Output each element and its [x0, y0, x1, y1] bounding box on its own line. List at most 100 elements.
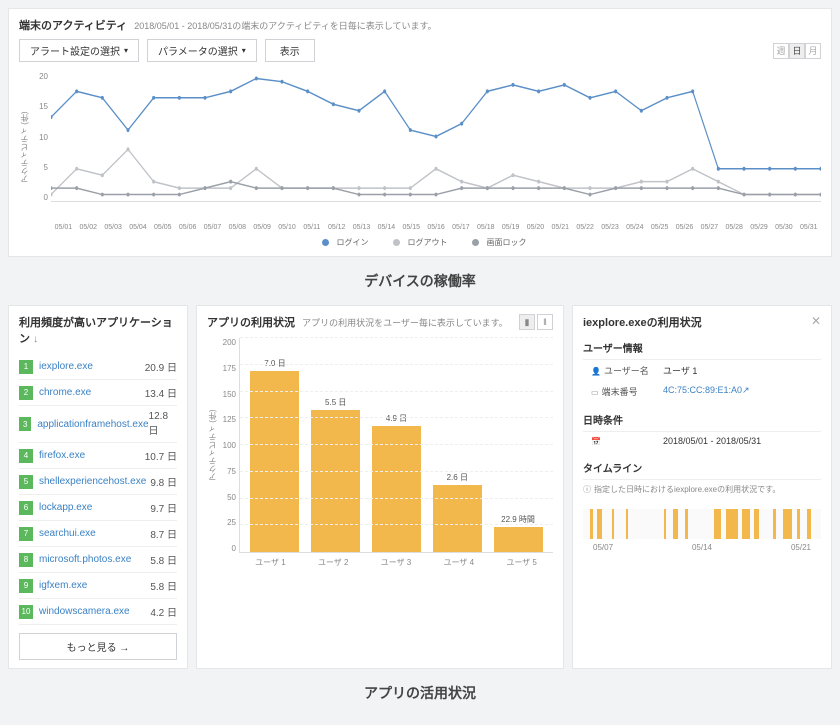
app-days: 20.9 日: [145, 359, 177, 374]
bar-label: 5.5 日: [325, 397, 346, 408]
bar-column[interactable]: 2.6 日: [433, 472, 482, 552]
bar-column[interactable]: 22.9 時間: [494, 514, 543, 552]
date-header: 日時条件: [583, 412, 821, 432]
time-month[interactable]: 月: [805, 43, 821, 59]
list-item: 10windowscamera.exe4.2 日: [19, 599, 177, 625]
app-link[interactable]: applicationframehost.exe: [37, 419, 148, 430]
three-col-row: 利用頻度が高いアプリケーション ↓ 1 iexplore.exe20.9 日 2 ch…: [8, 305, 832, 669]
rank-badge: 6: [19, 501, 33, 515]
app-link[interactable]: microsoft.photos.exe: [39, 554, 150, 565]
pause-icon[interactable]: ‖: [537, 314, 553, 330]
user-row: 👤ユーザー名 ユーザ 1: [583, 360, 821, 381]
time-day[interactable]: 日: [789, 43, 805, 59]
chart-xaxis: 05/0105/0205/0305/0405/0505/0605/0705/08…: [51, 224, 821, 231]
rank-badge: 1: [19, 360, 33, 374]
timeline: [583, 509, 821, 539]
list-item: 4 firefox.exe10.7 日: [19, 443, 177, 469]
section-title-1: デバイスの稼働率: [8, 271, 832, 291]
timeline-xaxis: 05/0705/1405/21: [583, 543, 821, 552]
user-icon: 👤: [591, 367, 601, 376]
usage-subtitle: アプリの利用状況をユーザー毎に表示しています。: [302, 318, 508, 328]
app-link[interactable]: windowscamera.exe: [39, 606, 150, 617]
list-item: 6 lockapp.exe9.7 日: [19, 495, 177, 521]
usage-panel: アプリの利用状況 アプリの利用状況をユーザー毎に表示しています。 ▮ ‖ アクテ…: [196, 305, 564, 669]
app-link[interactable]: iexplore.exe: [39, 361, 145, 372]
timeline-header: タイムライン: [583, 460, 821, 480]
bar: [494, 527, 543, 552]
user-value: ユーザ 1: [663, 364, 697, 377]
more-button[interactable]: もっと見る →: [19, 633, 177, 660]
close-icon[interactable]: ✕: [811, 314, 821, 328]
app-days: 13.4 日: [145, 385, 177, 400]
timeline-note: ⓘ指定した日時におけるiexplore.exeの利用状況です。: [583, 484, 821, 495]
bar-xaxis: ユーザ 1ユーザ 2ユーザ 3ユーザ 4ユーザ 5: [239, 557, 553, 568]
app-days: 5.8 日: [150, 552, 177, 567]
device-row: ▭端末番号 4C:75:CC:89:E1:A0↗: [583, 381, 821, 402]
device-icon: ▭: [591, 388, 599, 397]
chart-yaxis: 20151050: [33, 72, 51, 202]
date-row: 📅 2018/05/01 - 2018/05/31: [583, 432, 821, 450]
app-list-title: 利用頻度が高いアプリケーション: [19, 317, 173, 345]
sort-icon[interactable]: ↓: [33, 334, 38, 345]
activity-toolbar: アラート設定の選択 ▾ パラメータの選択 ▾ 表示 週 日 月: [19, 33, 821, 72]
list-item: 1 iexplore.exe20.9 日: [19, 354, 177, 380]
rank-badge: 2: [19, 386, 33, 400]
bar-label: 4.9 日: [386, 413, 407, 424]
bar-column[interactable]: 7.0 日: [250, 358, 299, 552]
info-icon: ⓘ: [583, 485, 591, 494]
param-select[interactable]: パラメータの選択 ▾: [147, 39, 257, 62]
bar-column[interactable]: 5.5 日: [311, 397, 360, 552]
bar: [433, 485, 482, 552]
app-list-panel: 利用頻度が高いアプリケーション ↓ 1 iexplore.exe20.9 日 2 ch…: [8, 305, 188, 669]
caret-down-icon: ▾: [124, 46, 128, 55]
activity-title: 端末のアクティビティ: [19, 20, 127, 32]
app-link[interactable]: igfxem.exe: [39, 580, 150, 591]
app-days: 9.7 日: [150, 500, 177, 515]
app-days: 12.8 日: [149, 411, 177, 437]
list-item: 3 applicationframehost.exe12.8 日: [19, 406, 177, 443]
app-link[interactable]: lockapp.exe: [39, 502, 150, 513]
activity-chart: アクティビティ (件) 20151050: [19, 72, 821, 222]
rank-badge: 5: [19, 475, 33, 489]
bar-chart: アクティビティ (件) 2001751501251007550250 7.0 日…: [207, 338, 553, 553]
rank-badge: 3: [19, 417, 31, 431]
app-link[interactable]: searchui.exe: [39, 528, 150, 539]
external-icon: ↗: [742, 385, 750, 395]
show-button[interactable]: 表示: [265, 39, 315, 62]
app-link[interactable]: shellexperiencehost.exe: [39, 476, 150, 487]
app-list: 1 iexplore.exe20.9 日 2 chrome.exe13.4 日 3 app…: [19, 354, 177, 625]
alert-select[interactable]: アラート設定の選択 ▾: [19, 39, 139, 62]
activity-subtitle: 2018/05/01 - 2018/05/31の端末のアクティビティを日毎に表示…: [134, 21, 436, 31]
list-item: 2 chrome.exe13.4 日: [19, 380, 177, 406]
barchart-icon[interactable]: ▮: [519, 314, 535, 330]
rank-badge: 7: [19, 527, 33, 541]
app-days: 9.8 日: [150, 474, 177, 489]
device-link[interactable]: 4C:75:CC:89:E1:A0↗: [663, 385, 750, 398]
bar-plot: 7.0 日 5.5 日 4.9 日 2.6 日 22.9 時間: [239, 338, 553, 553]
app-link[interactable]: chrome.exe: [39, 387, 145, 398]
app-link[interactable]: firefox.exe: [39, 450, 145, 461]
date-value: 2018/05/01 - 2018/05/31: [663, 436, 761, 446]
detail-title: iexplore.exeの利用状況: [583, 317, 702, 329]
list-item: 7 searchui.exe8.7 日: [19, 521, 177, 547]
chart-ylabel: アクティビティ (件): [19, 72, 33, 222]
section-title-2: アプリの活用状況: [8, 683, 832, 703]
bar-label: 2.6 日: [447, 472, 468, 483]
usage-title: アプリの利用状況: [207, 317, 295, 329]
bar: [372, 426, 421, 552]
calendar-icon: 📅: [591, 437, 601, 446]
bar-column[interactable]: 4.9 日: [372, 413, 421, 552]
list-item: 9igfxem.exe5.8 日: [19, 573, 177, 599]
chart-plot: [51, 72, 821, 202]
rank-badge: 10: [19, 605, 33, 619]
user-info-header: ユーザー情報: [583, 340, 821, 360]
bar: [311, 410, 360, 552]
app-days: 8.7 日: [150, 526, 177, 541]
time-toggle: 週 日 月: [773, 43, 821, 59]
bar-ylabel: アクティビティ (件): [207, 338, 221, 553]
rank-badge: 4: [19, 449, 33, 463]
app-days: 10.7 日: [145, 448, 177, 463]
time-week[interactable]: 週: [773, 43, 789, 59]
bar-yaxis: 2001751501251007550250: [221, 338, 239, 553]
rank-badge: 9: [19, 579, 33, 593]
